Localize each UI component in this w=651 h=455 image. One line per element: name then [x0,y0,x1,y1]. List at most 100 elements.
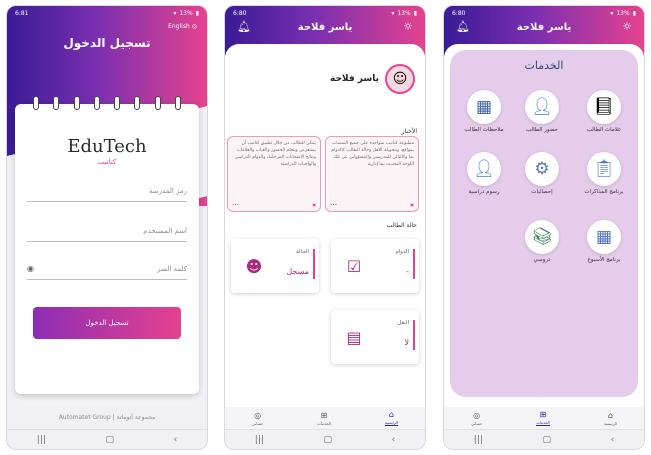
password-field[interactable]: ◉ كلمة السر [27,258,187,280]
card-accent [413,320,415,350]
battery-icon: ▮ [632,9,636,17]
user-money-icon: 👤︎ [467,152,501,186]
service-label: رسوم دراسية [468,189,500,195]
home-icon[interactable]: ▢ [105,435,114,445]
back-icon[interactable]: ‹ [392,435,396,445]
news-label: الأخبار [401,128,417,135]
back-icon[interactable]: ‹ [174,435,178,445]
battery-icon: ▮ [195,9,199,17]
services-title: الخدمات [524,59,564,72]
tab-label: الخدمات [317,420,331,426]
status-time: 6:80 [452,9,466,17]
service-my-lessons[interactable]: 📚︎ دروسي [516,220,568,263]
service-statistics[interactable]: ⚙ إحصائيات [516,152,568,195]
android-nav-bar: ||| ▢ ‹ [225,429,425,449]
service-grades[interactable]: 📘︎ علامات الطالب [578,90,630,133]
card-value: مسجل [286,267,309,276]
android-nav-bar: ||| ▢ ‹ [7,429,207,449]
password-placeholder: كلمة السر [157,264,187,273]
service-attendance[interactable]: 👤︎ حضور الطالب [516,90,568,133]
service-label: حضور الطالب [526,127,558,133]
language-switch[interactable]: English ◎ [168,23,197,30]
card-value: - [406,267,409,276]
service-label: برنامج الأسبوع [587,257,621,263]
status-time: 6:80 [233,9,247,17]
recents-icon[interactable]: ||| [474,435,483,445]
home-screen: 6:80 ▾ 13% ▮ 🔔︎ ياسر فلاحة ☼ ياسر فلاحة ☺ … [225,6,425,449]
service-fees[interactable]: 👤︎ رسوم دراسية [458,152,510,195]
calendar-icon: ▦ [587,220,621,254]
edutech-logo: EduTech [67,136,147,157]
battery-level: 13% [179,9,193,17]
home-icon: ⌂ [607,410,613,420]
eye-icon[interactable]: ◉ [27,264,34,273]
page-title: تسجيل الدخول [63,36,151,50]
ring-icon [73,96,80,110]
user-check-icon: ☻ [245,256,263,276]
ring-icon [93,96,100,110]
recents-icon[interactable]: ||| [37,435,46,445]
attendance-card[interactable]: الدوام - ☑ [331,239,419,293]
username-placeholder: اسم المستخدم [143,226,187,235]
school-code-placeholder: رمز المدرسة [148,186,187,195]
service-label: إحصائيات [531,189,553,195]
battery-level: 13% [397,9,411,17]
card-accent [413,249,415,279]
username-field[interactable]: اسم المستخدم [27,220,187,242]
home-icon[interactable]: ▢ [323,435,332,445]
recents-icon[interactable]: ||| [255,435,264,445]
transport-card[interactable]: النقل لا ▤ [331,310,419,364]
services-screen: 6:80 ▾ 13% ▮ 🔔︎ ياسر فلاحة ☼ الخدمات 📘︎ عل… [444,6,644,449]
tab-label: حسابي [471,420,483,426]
login-button[interactable]: تسجيل الدخول [33,307,181,339]
status-time: 6:81 [15,9,29,17]
tab-home[interactable]: ⌂ الرئيسية [604,411,617,426]
account-icon: ◎ [254,410,262,420]
status-bar: 6:81 ▾ 13% ▮ [7,6,207,20]
battery-icon: ▮ [413,9,417,17]
bottom-tab-bar: ◎ حسابي ⊞ الخدمات ⌂ الرئيسية [225,407,425,429]
school-code-field[interactable]: رمز المدرسة [27,180,187,202]
tab-services[interactable]: ⊞ الخدمات [536,410,550,426]
ring-icon [33,96,39,110]
status-card[interactable]: الحالة مسجل ☻ [231,239,319,293]
ring-icon [174,96,181,110]
tab-label: حسابي [252,420,264,426]
report-icon: 📘︎ [587,90,621,124]
more-dots-icon: ••• [330,201,338,207]
service-notes[interactable]: ▦ ملاحظات الطالب [458,90,510,133]
ring-icon [154,96,161,110]
news-card[interactable]: يمكن للطالب من خلال تطبيق كتاتيب أن يستع… [227,136,321,212]
header-title: ياسر فلاحة [297,22,353,33]
tab-account[interactable]: ◎ حسابي [471,411,482,426]
home-icon: ⌂ [388,410,394,419]
wifi-icon: ▾ [610,9,614,17]
avatar[interactable]: ☺ [385,64,415,94]
ring-icon [114,96,121,110]
student-status-label: حالة الطالب [386,222,417,229]
sun-icon[interactable]: ☼ [403,20,413,33]
news-card[interactable]: مطبوعة كتاتيب متواجدة على جميع المنصات ب… [325,136,419,212]
checklist-icon: ☑ [346,256,362,276]
bottom-tab-bar: ◎ حسابي ⊞ الخدمات ⌂ الرئيسية [444,407,644,429]
sun-icon[interactable]: ☼ [622,20,632,33]
services-panel: الخدمات 📘︎ علامات الطالب 👤︎ حضور الطالب … [450,50,638,397]
tab-home[interactable]: ⌂ الرئيسية [384,410,398,426]
tab-label: الرئيسية [384,420,398,425]
news-text: يمكن للطالب من خلال تطبيق كتاتيب أن يستع… [234,141,316,167]
home-icon[interactable]: ▢ [542,435,551,445]
id-card-icon: ▤ [346,327,362,347]
service-study-program[interactable]: 📋︎ برنامج المذاكرات [578,152,630,195]
login-screen: 6:81 ▾ 13% ▮ English ◎ تسجيل الدخول EduTec… [7,6,207,449]
tab-services[interactable]: ⊞ الخدمات [317,411,330,426]
service-weekly-program[interactable]: ▦ برنامج الأسبوع [578,220,630,263]
news-text: مطبوعة كتاتيب متواجدة على جميع المنصات ب… [331,141,414,167]
notebook-rings [33,96,181,110]
status-bar: 6:80 ▾ 13% ▮ [444,6,644,20]
tab-label: الرئيسية [603,420,617,426]
statistics-icon: ⚙ [525,152,559,186]
ring-icon [134,96,141,110]
back-icon[interactable]: ‹ [611,435,615,445]
tab-account[interactable]: ◎ حسابي [252,411,263,426]
company-footer: Automatet Group | مجموعة أتوماتة [58,414,156,421]
